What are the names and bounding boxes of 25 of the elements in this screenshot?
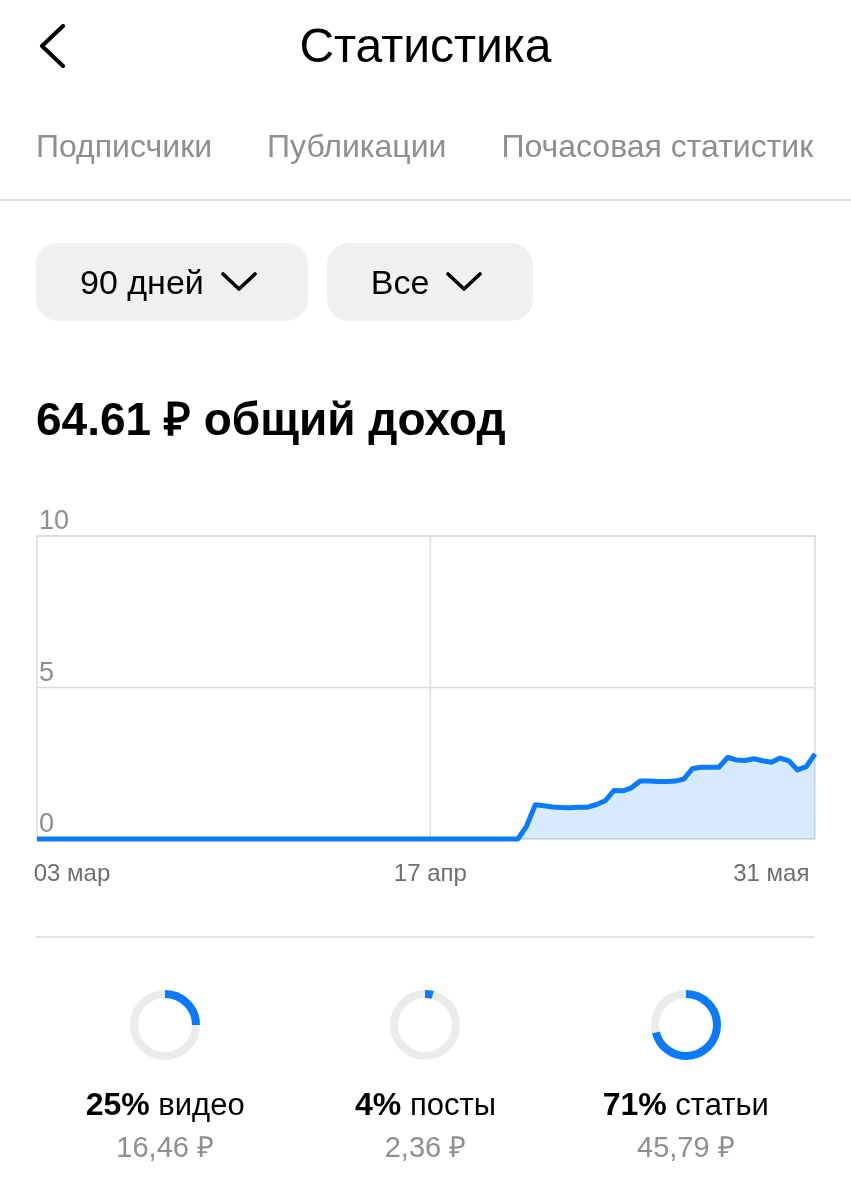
chevron-down-icon (220, 272, 257, 292)
progress-ring (390, 990, 461, 1060)
share-amount: 16,46 ₽ (116, 1130, 214, 1164)
y-axis-label: 5 (39, 656, 55, 687)
progress-ring (130, 990, 201, 1060)
share-label: 71% статьи (602, 1085, 769, 1124)
share-label: 25% видео (85, 1085, 245, 1124)
chevron-down-icon (446, 272, 483, 292)
share-amount: 2,36 ₽ (384, 1130, 467, 1164)
back-icon (38, 24, 66, 68)
tab[interactable]: Публикации (267, 121, 447, 170)
tab[interactable]: Подписчики (36, 121, 213, 170)
y-axis-label: 0 (39, 808, 55, 838)
share-label: 4% посты (355, 1085, 496, 1124)
total-income: 64.61 ₽ общий доход (36, 393, 506, 445)
progress-ring (650, 990, 721, 1060)
x-axis-label: 03 мар (33, 859, 111, 886)
y-axis-label: 10 (39, 505, 70, 535)
tab[interactable]: Почасовая статистик (501, 121, 814, 170)
filter-dropdown[interactable]: 90 дней (36, 243, 308, 321)
share-amount: 45,79 ₽ (637, 1130, 735, 1164)
x-axis-label: 17 апр (393, 859, 467, 886)
x-axis-label: 31 мая (733, 859, 810, 886)
filter-dropdown[interactable]: Все (326, 243, 534, 321)
page-title: Статистика (299, 18, 552, 74)
